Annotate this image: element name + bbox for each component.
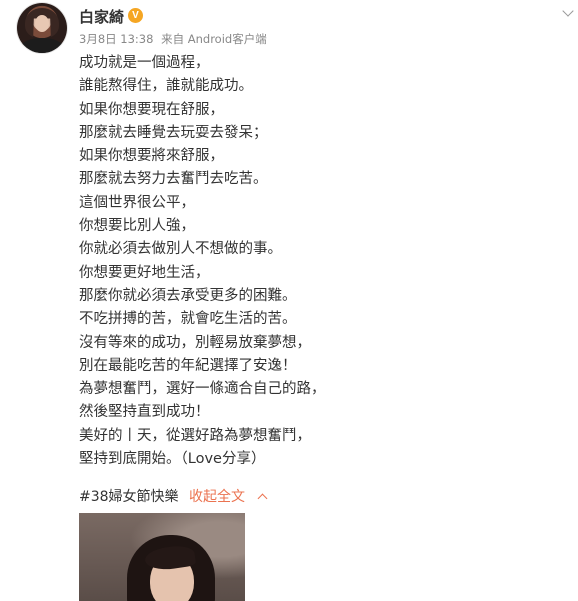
body-line: 別在最能吃苦的年紀選擇了安逸！ <box>79 357 297 374</box>
body-line: 那麼就去努力去奮鬥去吃苦。 <box>79 171 268 188</box>
username[interactable]: 白家綺 <box>79 6 124 27</box>
post-meta: 3月8日 13:38 来自 Android客户端 <box>79 31 271 47</box>
body-line: 沒有等來的成功，別輕易放棄夢想， <box>79 334 311 351</box>
body-line: 那麼你就必須去承受更多的困難。 <box>79 287 297 304</box>
body-line: 美好的丨天，從選好路為夢想奮鬥， <box>79 427 311 444</box>
body-line: 然後堅持直到成功！ <box>79 404 210 421</box>
body-line: 如果你想要現在舒服， <box>79 101 224 118</box>
chevron-up-icon <box>258 493 268 504</box>
hashtag-link[interactable]: #38婦女節快樂 <box>79 489 179 505</box>
body-line: 不吃拼搏的苦，就會吃生活的苦。 <box>79 311 297 328</box>
tag-row: #38婦女節快樂 收起全文 <box>79 487 268 507</box>
body-line: 這個世界很公平， <box>79 194 195 211</box>
body-line: 那麼就去睡覺去玩耍去發呆； <box>79 124 268 141</box>
post-date[interactable]: 3月8日 13:38 <box>79 32 153 46</box>
body-line: 你想要比別人強， <box>79 218 195 235</box>
collapse-label: 收起全文 <box>189 489 245 505</box>
body-line: 成功就是一個過程， <box>79 55 210 71</box>
collapse-text-button[interactable]: 收起全文 <box>189 489 268 505</box>
verified-v-icon: V <box>128 8 143 23</box>
post-image[interactable] <box>79 513 245 601</box>
weibo-post: 白家綺 V 3月8日 13:38 来自 Android客户端 成功就是一個過程，… <box>0 0 578 601</box>
body-line: 如果你想要將來舒服， <box>79 148 224 165</box>
chevron-down-icon[interactable] <box>562 5 574 17</box>
avatar-shoulders <box>21 38 63 53</box>
avatar[interactable] <box>17 3 67 53</box>
avatar-face <box>35 15 49 32</box>
body-line: 你就必須去做別人不想做的事。 <box>79 241 282 258</box>
body-line: 誰能熬得住，誰就能成功。 <box>79 78 253 95</box>
body-line: 為夢想奮鬥，選好一條適合自己的路， <box>79 381 326 398</box>
post-body: 成功就是一個過程， 誰能熬得住，誰就能成功。 如果你想要現在舒服， 那麼就去睡覺… <box>79 52 549 471</box>
post-source[interactable]: 来自 Android客户端 <box>161 32 267 46</box>
body-line: 你想要更好地生活， <box>79 264 210 281</box>
body-line: 堅持到底開始。（Love分享） <box>79 451 266 468</box>
